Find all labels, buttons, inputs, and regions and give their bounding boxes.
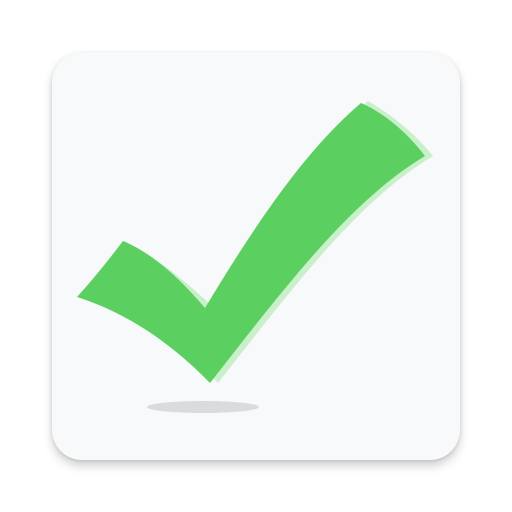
checkmark-icon: [77, 103, 425, 383]
checkmark-graphic: [77, 101, 433, 413]
ground-shadow: [147, 401, 259, 413]
app-icon-canvas: [0, 0, 512, 512]
